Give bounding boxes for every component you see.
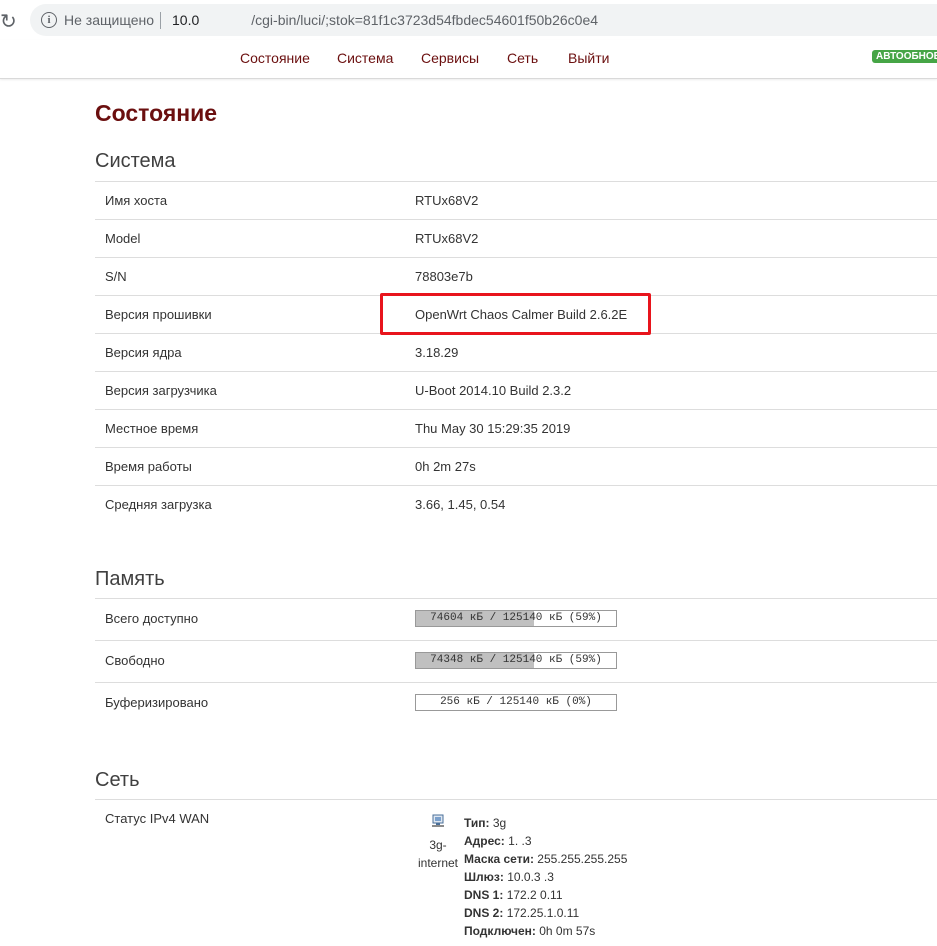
row-label: Местное время — [105, 421, 199, 436]
row-label: Свободно — [105, 653, 165, 668]
table-row: Буферизировано 256 кБ / 125140 кБ (0%) — [95, 682, 937, 724]
row-value: RTUx68V2 — [415, 193, 479, 208]
memory-progress-bar: 256 кБ / 125140 кБ (0%) — [415, 694, 617, 711]
row-label: Средняя загрузка — [105, 497, 212, 512]
progress-text: 74604 кБ / 125140 кБ (59%) — [430, 612, 602, 624]
table-row: Версия ядра 3.18.29 — [95, 333, 937, 371]
menu-logout[interactable]: Выйти — [568, 50, 609, 66]
table-row: Средняя загрузка 3.66, 1.45, 0.54 — [95, 485, 937, 523]
progress-text: 74348 кБ / 125140 кБ (59%) — [430, 654, 602, 666]
firmware-highlight-box — [380, 293, 651, 335]
detail-value: 3g — [492, 816, 507, 830]
detail-value: 10.0.3 .3 — [507, 870, 554, 884]
menu-network[interactable]: Сеть — [507, 50, 538, 66]
top-menu: Состояние Система Сервисы Сеть Выйти АВТ… — [0, 40, 937, 79]
detail-value: 172.25.1.0.11 — [506, 906, 580, 920]
detail-key: DNS 2: — [464, 906, 504, 920]
detail-key: Подключен: — [464, 924, 536, 938]
url-host: 10.0 — [172, 12, 200, 28]
table-row: Свободно 74348 кБ / 125140 кБ (59%) — [95, 640, 937, 682]
detail-row: Маска сети: 255.255.255.255 — [464, 850, 627, 868]
address-bar[interactable]: i Не защищено 10.0/cgi-bin/luci/;stok=81… — [30, 4, 937, 36]
detail-value: 0h 0m 57s — [539, 924, 596, 938]
network-interface-icon — [432, 814, 444, 827]
row-label: Время работы — [105, 459, 192, 474]
network-section-title: Сеть — [95, 769, 140, 791]
table-row: S/N 78803e7b — [95, 257, 937, 295]
detail-key: Шлюз: — [464, 870, 504, 884]
memory-section-title: Память — [95, 568, 165, 590]
table-row: Местное время Thu May 30 15:29:35 2019 — [95, 409, 937, 447]
detail-row: DNS 1: 172.2 0.11 — [464, 886, 627, 904]
row-value: RTUx68V2 — [415, 231, 479, 246]
row-label: S/N — [105, 269, 127, 284]
row-label: Буферизировано — [105, 695, 209, 710]
row-label: Версия загрузчика — [105, 383, 217, 398]
url-path: /cgi-bin/luci/;stok=81f1c3723d54fbdec546… — [251, 12, 599, 28]
detail-row: Подключен: 0h 0m 57s — [464, 922, 627, 940]
memory-progress-bar: 74604 кБ / 125140 кБ (59%) — [415, 610, 617, 627]
menu-status[interactable]: Состояние — [240, 50, 310, 66]
not-secure-label[interactable]: Не защищено — [64, 12, 154, 28]
memory-table: Всего доступно 74604 кБ / 125140 кБ (59%… — [95, 598, 937, 724]
row-value: Thu May 30 15:29:35 2019 — [415, 421, 571, 436]
detail-row: Адрес: 1. .3 — [464, 832, 627, 850]
row-label: Всего доступно — [105, 611, 199, 626]
detail-value: 255.255.255.255 — [537, 852, 628, 866]
table-row: Всего доступно 74604 кБ / 125140 кБ (59%… — [95, 598, 937, 640]
row-label: Имя хоста — [105, 193, 168, 208]
detail-key: DNS 1: — [464, 888, 504, 902]
row-label: Model — [105, 231, 141, 246]
detail-row: DNS 2: 172.25.1.0.11 — [464, 904, 627, 922]
memory-progress-bar: 74348 кБ / 125140 кБ (59%) — [415, 652, 617, 669]
browser-toolbar: ↻ i Не защищено 10.0/cgi-bin/luci/;stok=… — [0, 0, 937, 40]
row-value: 0h 2m 27s — [415, 459, 476, 474]
interface-name: 3g-internet — [417, 838, 459, 870]
detail-key: Тип: — [464, 816, 490, 830]
progress-text: 256 кБ / 125140 кБ (0%) — [440, 696, 592, 708]
auto-refresh-badge[interactable]: АВТООБНОВ — [872, 50, 937, 63]
row-value: 3.66, 1.45, 0.54 — [415, 497, 506, 512]
detail-row: Тип: 3g — [464, 814, 627, 832]
detail-key: Маска сети: — [464, 852, 534, 866]
wan-status-label: Статус IPv4 WAN — [105, 811, 210, 826]
url-redaction — [199, 14, 252, 29]
detail-key: Адрес: — [464, 834, 505, 848]
menu-services[interactable]: Сервисы — [421, 50, 479, 66]
info-icon[interactable]: i — [41, 12, 57, 28]
row-value: U-Boot 2014.10 Build 2.3.2 — [415, 383, 572, 398]
detail-value: 1. .3 — [508, 834, 532, 848]
row-label: Версия ядра — [105, 345, 182, 360]
row-label: Версия прошивки — [105, 307, 212, 322]
system-table: Имя хоста RTUx68V2 Model RTUx68V2 S/N 78… — [95, 181, 937, 523]
system-section-title: Система — [95, 150, 176, 172]
detail-row: Шлюз: 10.0.3 .3 — [464, 868, 627, 886]
menu-system[interactable]: Система — [337, 50, 393, 66]
row-value: 78803e7b — [415, 269, 473, 284]
reload-icon[interactable]: ↻ — [0, 9, 17, 34]
address-divider — [160, 12, 161, 29]
wan-details: Тип: 3g Адрес: 1. .3 Маска сети: 255.255… — [464, 814, 627, 940]
table-row: Имя хоста RTUx68V2 — [95, 181, 937, 219]
page-title: Состояние — [95, 100, 218, 126]
table-row: Время работы 0h 2m 27s — [95, 447, 937, 485]
detail-value: 172.2 0.11 — [506, 888, 563, 902]
row-value: 3.18.29 — [415, 345, 459, 360]
table-row: Версия загрузчика U-Boot 2014.10 Build 2… — [95, 371, 937, 409]
table-row: Model RTUx68V2 — [95, 219, 937, 257]
url-text[interactable]: 10.0/cgi-bin/luci/;stok=81f1c3723d54fbde… — [172, 12, 599, 29]
